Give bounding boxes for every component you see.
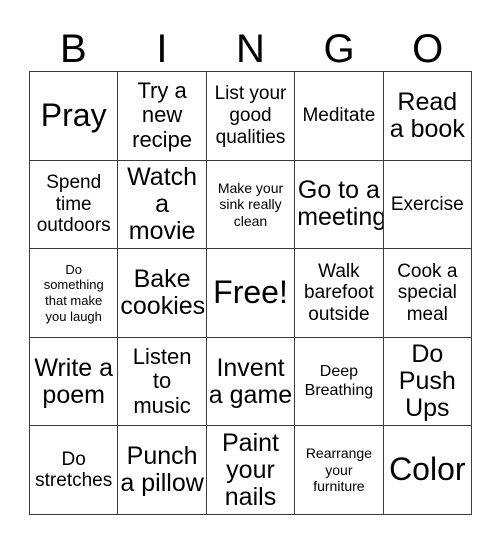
bingo-cell[interactable]: Bake cookies (118, 249, 207, 338)
bingo-header: B I N G O (29, 20, 472, 71)
bingo-cell-label: Color (389, 451, 466, 488)
bingo-cell[interactable]: Meditate (295, 72, 384, 161)
bingo-cell[interactable]: Color (383, 426, 472, 515)
bingo-cell-label: Meditate (302, 104, 376, 126)
bingo-cell[interactable]: Deep Breathing (295, 337, 384, 427)
bingo-cell-label: Cook a special meal (397, 260, 458, 325)
bingo-cell[interactable]: Cook a special meal (383, 249, 472, 338)
header-letter-n: N (236, 27, 265, 71)
bingo-cell-label: Bake cookies (120, 264, 206, 320)
bingo-cell-label: Try a new recipe (132, 77, 193, 153)
bingo-cell-label: Deep Breathing (304, 363, 374, 399)
bingo-cell[interactable]: Invent a game (206, 337, 296, 427)
header-letter-i: I (156, 27, 168, 71)
bingo-cell-label: Exercise (390, 193, 464, 215)
bingo-cell-label: Listen to music (132, 343, 192, 418)
bingo-grid: Pray Try a new recipe List your good qua… (29, 71, 472, 515)
bingo-cell[interactable]: Listen to music (118, 337, 207, 427)
bingo-cell[interactable]: Do something that make you laugh (30, 249, 119, 338)
bingo-cell-label: Read a book (389, 87, 465, 143)
bingo-cell[interactable]: Try a new recipe (118, 72, 207, 161)
bingo-cell[interactable]: Watch a movie (118, 160, 207, 250)
bingo-cell-label: Punch a pillow (120, 442, 204, 498)
bingo-cell-label: Invent a game (208, 353, 293, 409)
bingo-cell[interactable]: Write a poem (30, 337, 119, 427)
bingo-cell-label: Do Push Ups (398, 340, 456, 423)
bingo-cell-label: Rearrange your furniture (305, 445, 372, 495)
bingo-card: B I N G O Pray Try a new recipe List you… (0, 0, 500, 544)
bingo-cell-free-space[interactable]: Free! (206, 249, 296, 338)
bingo-cell-label: Do something that make you laugh (43, 261, 104, 324)
bingo-cell[interactable]: Rearrange your furniture (295, 426, 384, 515)
bingo-cell[interactable]: Spend time outdoors (30, 160, 119, 250)
bingo-cell-label: Walk barefoot outside (304, 260, 374, 325)
bingo-cell[interactable]: Walk barefoot outside (295, 249, 384, 338)
bingo-cell-label: Watch a movie (127, 162, 198, 245)
bingo-cell[interactable]: Read a book (383, 72, 472, 161)
bingo-cell-label: List your good qualities (214, 83, 287, 148)
bingo-cell-label: Spend time outdoors (36, 171, 111, 237)
bingo-cell[interactable]: List your good qualities (206, 72, 296, 161)
bingo-cell-label: Write a poem (34, 353, 114, 409)
bingo-cell[interactable]: Do stretches (30, 426, 119, 515)
bingo-cell[interactable]: Pray (30, 72, 119, 161)
bingo-cell[interactable]: Make your sink really clean (206, 160, 296, 250)
bingo-cell[interactable]: Exercise (383, 160, 472, 250)
bingo-cell-label: Pray (40, 97, 107, 133)
header-letter-g: G (323, 27, 355, 71)
bingo-cell[interactable]: Do Push Ups (383, 337, 472, 427)
header-letter-o: O (412, 27, 444, 71)
bingo-cell[interactable]: Punch a pillow (118, 426, 207, 515)
bingo-cell-label: Make your sink really clean (217, 179, 284, 229)
header-letter-b: B (59, 27, 87, 71)
bingo-cell[interactable]: Go to a meeting (295, 160, 384, 250)
bingo-cell-label: Paint your nails (222, 428, 279, 511)
bingo-cell-label: Go to a meeting (297, 176, 384, 232)
bingo-cell-label: Do stretches (35, 448, 113, 492)
free-space-label: Free! (213, 274, 288, 311)
bingo-cell[interactable]: Paint your nails (206, 426, 296, 515)
